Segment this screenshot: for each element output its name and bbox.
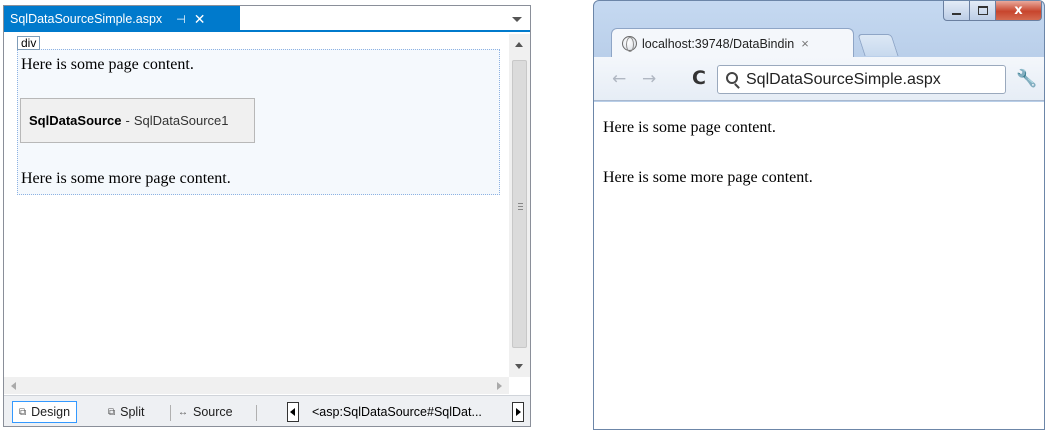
window-controls: x — [943, 1, 1042, 21]
split-icon: ⧉ — [108, 406, 116, 418]
split-view-button[interactable]: ⧉ Split — [102, 401, 150, 423]
control-separator: - — [125, 113, 130, 128]
document-tab[interactable]: SqlDataSourceSimple.aspx ⊣ ✕ — [4, 6, 240, 32]
browser-content-line1: Here is some page content. — [603, 119, 776, 136]
breadcrumb-prev-icon[interactable] — [287, 402, 299, 422]
separator — [170, 405, 171, 421]
browser-toolbar: ← → C SqlDataSourceSimple.aspx 🔧 — [594, 57, 1044, 101]
document-tabstrip: SqlDataSourceSimple.aspx ⊣ ✕ — [4, 6, 530, 32]
address-text: SqlDataSourceSimple.aspx — [746, 70, 941, 88]
separator — [256, 405, 257, 421]
div-element[interactable]: Here is some page content. SqlDataSource… — [17, 49, 500, 195]
design-icon: ⧉ — [19, 406, 27, 418]
minimize-button[interactable] — [943, 1, 970, 21]
breadcrumb-next-icon[interactable] — [512, 402, 524, 422]
browser-window: x localhost:39748/DataBindin × ← → C Sql… — [593, 0, 1045, 430]
page-viewport: Here is some page content. Here is some … — [594, 102, 1044, 429]
forward-icon[interactable]: → — [642, 69, 656, 89]
grip-icon — [518, 203, 523, 204]
design-label: Design — [31, 405, 71, 419]
tab-dropdown-icon[interactable] — [512, 17, 522, 22]
maximize-button[interactable] — [970, 1, 996, 21]
scroll-right-icon[interactable] — [497, 382, 502, 390]
source-label: Source — [193, 405, 233, 419]
close-window-button[interactable]: x — [996, 1, 1042, 21]
div-tag-label[interactable]: div — [17, 36, 41, 50]
scroll-up-icon[interactable] — [515, 42, 523, 47]
control-type-label: SqlDataSource — [29, 113, 122, 128]
design-view-button[interactable]: ⧉ Design — [12, 401, 78, 423]
scroll-thumb[interactable] — [512, 60, 527, 348]
design-surface[interactable]: Here is some page content. SqlDataSource… — [4, 34, 509, 377]
source-icon: ↔ — [178, 406, 188, 418]
source-view-button[interactable]: ↔ Source — [172, 401, 239, 423]
horizontal-scrollbar[interactable] — [4, 377, 509, 394]
page-content-line1: Here is some page content. — [21, 56, 194, 73]
split-label: Split — [120, 405, 145, 419]
sqldatasource-control[interactable]: SqlDataSource - SqlDataSource1 — [20, 98, 255, 143]
page-content-line2: Here is some more page content. — [21, 170, 231, 187]
browser-tab-title: localhost:39748/DataBindin — [642, 36, 795, 51]
vertical-scrollbar[interactable] — [509, 34, 530, 377]
tag-breadcrumb[interactable]: <asp:SqlDataSource#SqlDat... — [306, 403, 510, 423]
scroll-down-icon[interactable] — [515, 364, 523, 369]
browser-content-line2: Here is some more page content. — [603, 169, 813, 186]
search-icon — [726, 72, 738, 84]
pin-icon[interactable]: ⊣ — [176, 13, 186, 26]
document-tab-title: SqlDataSourceSimple.aspx — [10, 12, 163, 26]
address-bar[interactable]: SqlDataSourceSimple.aspx — [717, 65, 1006, 94]
control-id-label: SqlDataSource1 — [133, 113, 229, 128]
wrench-icon[interactable]: 🔧 — [1016, 69, 1037, 89]
close-icon[interactable]: ✕ — [194, 11, 206, 28]
scroll-left-icon[interactable] — [11, 382, 16, 390]
tab-close-icon[interactable]: × — [801, 36, 809, 51]
view-switcher-bar: ⧉ Design ⧉ Split ↔ Source <asp:SqlDataSo… — [4, 395, 530, 426]
vs-designer-panel: SqlDataSourceSimple.aspx ⊣ ✕ Here is som… — [3, 5, 531, 427]
back-icon[interactable]: ← — [612, 69, 626, 89]
browser-tab[interactable]: localhost:39748/DataBindin × — [611, 28, 854, 58]
reload-icon[interactable]: C — [692, 67, 706, 89]
new-tab-button[interactable] — [857, 34, 899, 56]
globe-icon — [622, 36, 637, 52]
